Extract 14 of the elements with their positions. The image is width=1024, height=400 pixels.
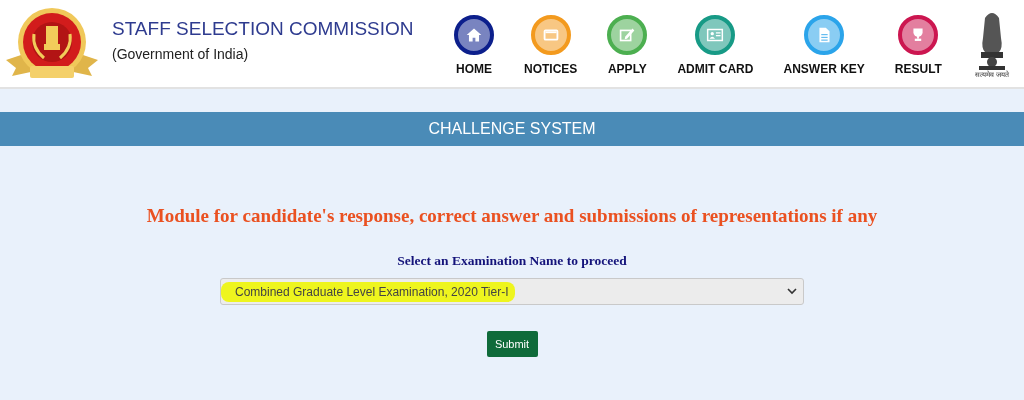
nav-link[interactable]: NOTICES	[524, 15, 578, 76]
nav-link[interactable]: ADMIT CARD	[677, 15, 754, 76]
select-label: Select an Examination Name to proceed	[397, 253, 627, 269]
nav-link[interactable]: HOME	[454, 15, 494, 76]
site-subtitle: (Government of India)	[112, 45, 250, 62]
nav-link[interactable]: RESULT	[894, 15, 942, 76]
exam-select[interactable]: Combined Graduate Level Examination, 2020 Tier-I	[220, 278, 804, 305]
page-banner: CHALLENGE SYSTEM	[0, 112, 1024, 146]
site-title: STAFF SELECTION COMMISSION	[112, 17, 415, 40]
nav-link[interactable]: ANSWER KEY	[783, 15, 865, 76]
submit-button[interactable]: Submit	[486, 331, 538, 357]
module-heading: Module for candidate's response, correct answer and submissions of representations if any	[146, 205, 878, 227]
nav-link[interactable]: APPLY	[607, 15, 648, 76]
chevron-down-icon	[787, 288, 797, 295]
